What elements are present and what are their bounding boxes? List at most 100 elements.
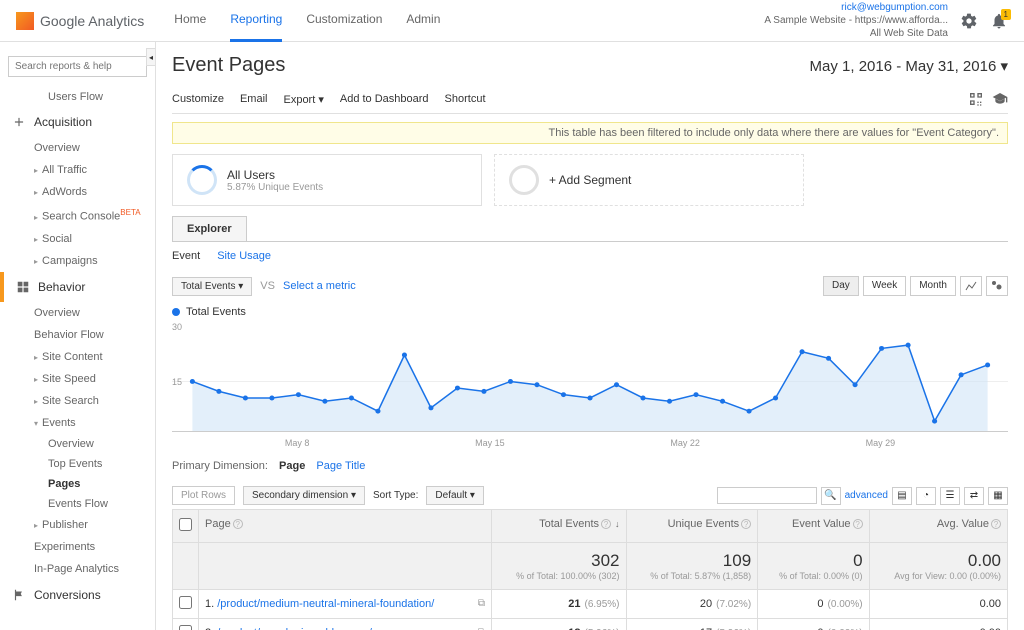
sidebar-beh-overview[interactable]: Overview (0, 302, 155, 324)
view-comparison-icon[interactable]: ⇄ (964, 487, 984, 505)
brand-text: Google Analytics (40, 13, 144, 29)
sort-down-icon[interactable]: ↓ (615, 519, 620, 529)
flag-icon (12, 588, 26, 602)
col-page: Page? (199, 510, 492, 543)
search-icon[interactable]: 🔍 (821, 487, 841, 505)
gear-icon[interactable] (960, 12, 978, 30)
chart-type-motion-icon[interactable] (986, 276, 1008, 296)
search-input[interactable] (8, 56, 147, 77)
row-checkbox[interactable] (179, 596, 192, 609)
sidebar-campaigns[interactable]: Campaigns (0, 250, 155, 272)
beta-badge: BETA (120, 208, 140, 217)
sidebar-acquisition[interactable]: Acquisition (0, 107, 155, 137)
segment-all-users[interactable]: All Users 5.87% Unique Events (172, 154, 482, 206)
sidebar-all-traffic[interactable]: All Traffic (0, 159, 155, 181)
sidebar-events-flow[interactable]: Events Flow (0, 494, 155, 514)
sidebar-social[interactable]: Social (0, 228, 155, 250)
legend-dot-icon (172, 308, 180, 316)
help-icon[interactable]: ? (991, 519, 1001, 529)
sidebar-users-flow[interactable]: Users Flow (0, 87, 155, 107)
view-pie-icon[interactable]: ◔ (916, 487, 936, 505)
graduation-icon[interactable] (992, 91, 1008, 107)
advanced-link[interactable]: advanced (845, 490, 888, 501)
sidebar-pages[interactable]: Pages (0, 474, 155, 494)
sidebar-behavior-flow[interactable]: Behavior Flow (0, 324, 155, 346)
x-tick: May 22 (670, 438, 700, 448)
sidebar-in-page[interactable]: In-Page Analytics (0, 558, 155, 580)
help-icon[interactable]: ? (853, 519, 863, 529)
dim-label: Primary Dimension: (172, 460, 268, 472)
nav-customization[interactable]: Customization (306, 0, 382, 42)
sidebar-site-content[interactable]: Site Content (0, 346, 155, 368)
sidebar-publisher[interactable]: Publisher (0, 514, 155, 536)
granularity-month[interactable]: Month (910, 276, 956, 296)
nav-reporting[interactable]: Reporting (230, 0, 282, 42)
sidebar-collapse-icon[interactable]: ◂ (146, 48, 156, 66)
bell-icon[interactable]: 1 (990, 12, 1008, 30)
account-view: All Web Site Data (764, 27, 948, 40)
view-pivot-icon[interactable]: ▦ (988, 487, 1008, 505)
add-segment-button[interactable]: + Add Segment (494, 154, 804, 206)
sidebar-site-search[interactable]: Site Search (0, 390, 155, 412)
add-dashboard-button[interactable]: Add to Dashboard (340, 93, 429, 105)
sidebar-behavior[interactable]: Behavior (0, 272, 155, 302)
nav-home[interactable]: Home (174, 0, 206, 42)
sidebar-top-events[interactable]: Top Events (0, 454, 155, 474)
sidebar-acq-overview[interactable]: Overview (0, 137, 155, 159)
page-link[interactable]: /product/medium-neutral-mineral-foundati… (217, 598, 434, 610)
x-tick: May 8 (285, 438, 310, 448)
view-bars-icon[interactable]: ☰ (940, 487, 960, 505)
sidebar-events[interactable]: Events (0, 412, 155, 434)
nav-admin[interactable]: Admin (406, 0, 440, 42)
help-icon[interactable]: ? (601, 519, 611, 529)
vs-label: VS (260, 280, 275, 292)
email-button[interactable]: Email (240, 93, 268, 105)
table-search-input[interactable] (717, 487, 817, 504)
select-metric-link[interactable]: Select a metric (283, 280, 356, 292)
row-checkbox[interactable] (179, 625, 192, 630)
subtab-site-usage[interactable]: Site Usage (217, 250, 271, 262)
account-info[interactable]: rick@webgumption.com A Sample Website - … (764, 1, 948, 40)
dim-page-title[interactable]: Page Title (316, 460, 365, 472)
page-title: Event Pages (172, 54, 285, 77)
granularity-day[interactable]: Day (823, 276, 859, 296)
secondary-dim-selector[interactable]: Secondary dimension ▾ (243, 486, 365, 505)
shortcut-button[interactable]: Shortcut (445, 93, 486, 105)
col-avg-value: Avg. Value? (869, 510, 1007, 543)
col-total-events: Total Events?↓ (491, 510, 626, 543)
dim-page[interactable]: Page (279, 460, 305, 472)
qr-icon[interactable] (968, 91, 984, 107)
sort-type-selector[interactable]: Default ▾ (426, 486, 484, 505)
ga-logo-icon (16, 12, 34, 30)
data-table: Page? Total Events?↓ Unique Events? Even… (172, 509, 1008, 630)
sidebar-site-speed[interactable]: Site Speed (0, 368, 155, 390)
granularity-week[interactable]: Week (863, 276, 906, 296)
export-button[interactable]: Export ▾ (283, 93, 323, 106)
view-table-icon[interactable]: ▤ (892, 487, 912, 505)
events-chart: 30 15 (172, 322, 1008, 432)
help-icon[interactable]: ? (233, 519, 243, 529)
plot-rows-button[interactable]: Plot Rows (172, 486, 235, 505)
customize-button[interactable]: Customize (172, 93, 224, 105)
tab-explorer[interactable]: Explorer (172, 216, 247, 241)
external-link-icon[interactable]: ⧉ (478, 598, 485, 609)
table-row: 1. /product/medium-neutral-mineral-found… (173, 590, 1008, 619)
select-all-checkbox[interactable] (179, 518, 192, 531)
filter-banner: This table has been filtered to include … (172, 122, 1008, 144)
chart-type-line-icon[interactable] (960, 276, 982, 296)
ga-logo[interactable]: Google Analytics (16, 12, 144, 30)
sidebar-conversions[interactable]: Conversions (0, 580, 155, 610)
help-icon[interactable]: ? (741, 519, 751, 529)
x-tick: May 29 (866, 438, 896, 448)
subtab-event[interactable]: Event (172, 250, 200, 262)
metric-selector[interactable]: Total Events ▾ (172, 277, 252, 296)
sidebar-search-console[interactable]: Search ConsoleBETA (0, 203, 155, 228)
sidebar-events-overview[interactable]: Overview (0, 434, 155, 454)
date-range-picker[interactable]: May 1, 2016 - May 31, 2016 ▾ (810, 57, 1008, 75)
chevron-down-icon: ▾ (1000, 58, 1008, 75)
account-email: rick@webgumption.com (764, 1, 948, 14)
col-unique-events: Unique Events? (626, 510, 758, 543)
sidebar-adwords[interactable]: AdWords (0, 181, 155, 203)
behavior-icon (16, 280, 30, 294)
sidebar-experiments[interactable]: Experiments (0, 536, 155, 558)
